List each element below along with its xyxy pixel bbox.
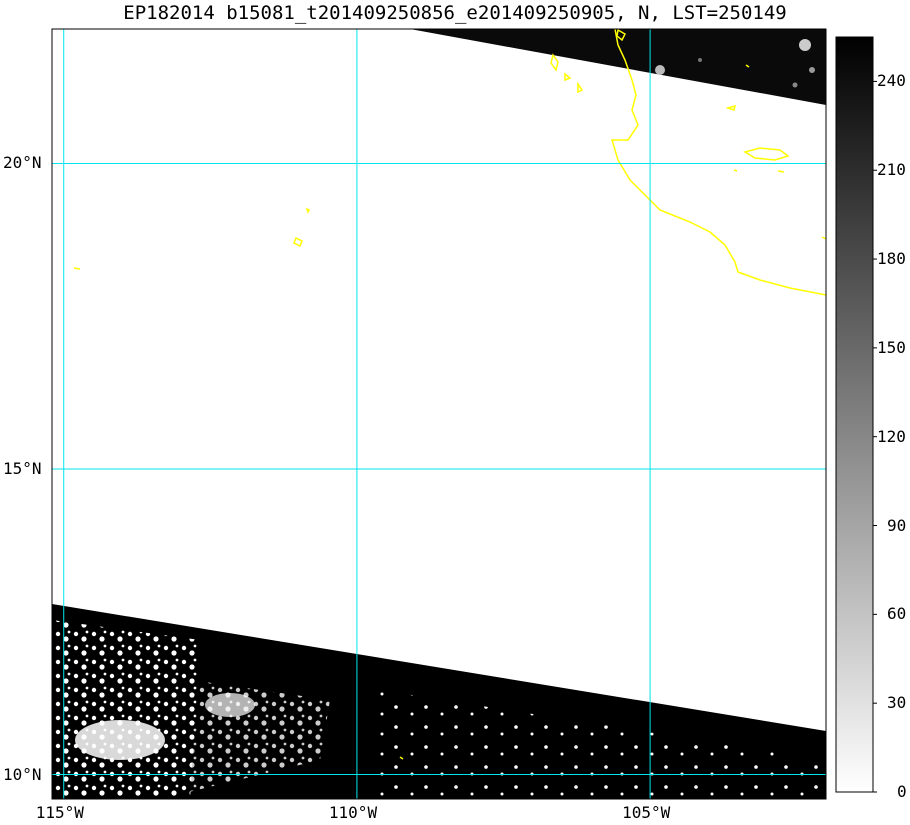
colorbar [835, 36, 874, 793]
city-light [655, 65, 665, 75]
island [73, 267, 81, 270]
city-light [792, 82, 798, 88]
colorbar-tick-label: 180 [877, 249, 906, 269]
colorbar-tick-label: 0 [897, 782, 907, 801]
city-light [809, 67, 815, 73]
map-area [52, 29, 826, 799]
colorbar-tick-label: 150 [877, 337, 906, 357]
cloud-patch [75, 720, 165, 760]
colorbar-tick-label: 60 [887, 604, 907, 624]
island [305, 207, 311, 214]
lon-tick-label: 110°W [328, 803, 378, 822]
city-light [698, 58, 702, 62]
lon-tick-label: 115°W [35, 803, 84, 822]
colorbar-tick-label: 30 [887, 693, 907, 713]
cloud-patch [205, 693, 255, 717]
lat-tick-label: 20°N [3, 153, 42, 173]
lon-tick-label: 105°W [622, 803, 671, 822]
map-figure [51, 28, 877, 800]
lat-tick-label: 15°N [3, 459, 42, 478]
colorbar-tick-label: 90 [887, 515, 907, 535]
colorbar-tick-label: 210 [877, 160, 906, 180]
colorbar-tick-label: 120 [877, 426, 906, 446]
colorbar-tick-label: 240 [877, 71, 906, 91]
coast-fragment [733, 169, 738, 172]
lat-tick-label: 10°N [3, 764, 42, 784]
city-light [799, 39, 811, 51]
coast-fragment [777, 170, 785, 173]
